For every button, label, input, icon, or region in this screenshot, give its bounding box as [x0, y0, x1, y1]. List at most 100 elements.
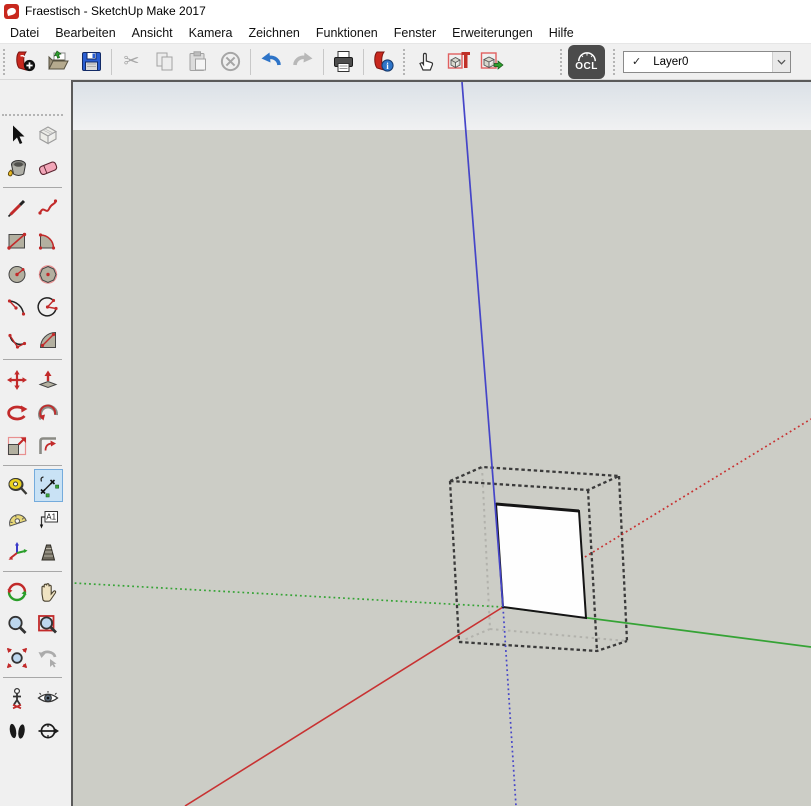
toolbar-separator: [323, 49, 324, 75]
component-attributes-button[interactable]: [475, 46, 508, 77]
tool-zoom-window[interactable]: [34, 608, 63, 641]
component-options-icon: [446, 49, 471, 74]
copy-button[interactable]: [148, 46, 181, 77]
tool-position-camera[interactable]: [3, 681, 32, 714]
tool-zoom-extents[interactable]: [3, 641, 32, 674]
tool-circle[interactable]: [3, 257, 32, 290]
delete-button[interactable]: [214, 46, 247, 77]
pan-hand-icon: [36, 580, 60, 604]
palette-gripper[interactable]: [2, 114, 63, 116]
tool-pie[interactable]: [34, 323, 63, 356]
tool-move[interactable]: [3, 363, 32, 396]
toolbar-gripper[interactable]: [613, 49, 617, 75]
menu-fenster[interactable]: Fenster: [386, 24, 444, 42]
tool-zoom[interactable]: [3, 608, 32, 641]
paint-bucket-icon: [5, 156, 29, 180]
tool-line[interactable]: [3, 191, 32, 224]
tool-protractor[interactable]: [3, 502, 32, 535]
tool-follow-me[interactable]: [34, 396, 63, 429]
ocl-label: OCL: [575, 62, 598, 72]
scale-icon: [5, 434, 29, 458]
select-arrow-icon: [5, 123, 29, 147]
palette-separator: [3, 571, 62, 572]
menu-bearbeiten[interactable]: Bearbeiten: [47, 24, 123, 42]
tool-axes[interactable]: [3, 535, 32, 568]
menu-erweiterungen[interactable]: Erweiterungen: [444, 24, 541, 42]
toolbar-gripper[interactable]: [3, 49, 7, 75]
two-point-arc-icon: [36, 295, 60, 319]
rotated-rectangle-icon: [36, 229, 60, 253]
tool-rotated-rectangle[interactable]: [34, 224, 63, 257]
tool-north-compass[interactable]: [34, 714, 63, 747]
menu-ansicht[interactable]: Ansicht: [124, 24, 181, 42]
tool-rotate[interactable]: [3, 396, 32, 429]
layer-combobox-value: Layer0: [653, 56, 688, 68]
menu-datei[interactable]: Datei: [2, 24, 47, 42]
new-button[interactable]: [9, 46, 42, 77]
menu-hilfe[interactable]: Hilfe: [541, 24, 582, 42]
polygon-icon: [36, 262, 60, 286]
tape-measure-icon: [5, 474, 29, 498]
open-button[interactable]: [42, 46, 75, 77]
tool-text[interactable]: A1: [34, 502, 63, 535]
paste-button[interactable]: [181, 46, 214, 77]
redo-button[interactable]: [287, 46, 320, 77]
model-canvas[interactable]: [71, 80, 811, 806]
pencil-icon: [5, 196, 29, 220]
sketchup-app-icon: [4, 4, 19, 19]
tool-push-pull[interactable]: [34, 363, 63, 396]
chevron-down-icon: [777, 59, 786, 65]
toolbar-gripper[interactable]: [560, 49, 564, 75]
tool-previous[interactable]: [34, 641, 63, 674]
print-button[interactable]: [327, 46, 360, 77]
undo-icon: [258, 49, 283, 74]
menu-kamera[interactable]: Kamera: [181, 24, 241, 42]
tool-walk[interactable]: [3, 714, 32, 747]
tool-palette: A1: [0, 80, 65, 806]
model-face: [496, 504, 586, 618]
layer-combobox[interactable]: ✓ Layer0: [623, 51, 791, 73]
look-around-eye-icon: [36, 686, 60, 710]
palette-separator: [3, 187, 62, 188]
undo-button[interactable]: [254, 46, 287, 77]
delete-icon: [218, 49, 243, 74]
tool-orbit[interactable]: [3, 575, 32, 608]
tool-arc[interactable]: [3, 290, 32, 323]
tool-paint-bucket[interactable]: [3, 151, 32, 184]
tool-two-point-arc[interactable]: [34, 290, 63, 323]
component-options-button[interactable]: [442, 46, 475, 77]
north-compass-icon: [36, 719, 60, 743]
protractor-icon: [5, 507, 29, 531]
previous-icon: [36, 646, 60, 670]
new-icon: [13, 49, 38, 74]
tool-look-around[interactable]: [34, 681, 63, 714]
interact-button[interactable]: [409, 46, 442, 77]
tool-eraser[interactable]: [34, 151, 63, 184]
menu-funktionen[interactable]: Funktionen: [308, 24, 386, 42]
opencutlist-button[interactable]: OCL: [568, 45, 605, 79]
tool-dimension[interactable]: [34, 469, 63, 502]
tool-tape-measure[interactable]: [3, 469, 32, 502]
tool-section-plane[interactable]: [34, 535, 63, 568]
model-info-button[interactable]: i: [367, 46, 400, 77]
tool-make-component[interactable]: [34, 118, 63, 151]
tool-polygon[interactable]: [34, 257, 63, 290]
follow-me-icon: [36, 401, 60, 425]
tool-select[interactable]: [3, 118, 32, 151]
push-pull-icon: [36, 368, 60, 392]
tool-three-point-arc[interactable]: [3, 323, 32, 356]
tool-rectangle[interactable]: [3, 224, 32, 257]
tool-offset[interactable]: [34, 429, 63, 462]
tool-pan[interactable]: [34, 575, 63, 608]
text-icon: A1: [36, 507, 60, 531]
combobox-dropdown-button[interactable]: [772, 52, 790, 72]
zoom-extents-icon: [5, 646, 29, 670]
menu-zeichnen[interactable]: Zeichnen: [240, 24, 307, 42]
dimension-icon: [36, 474, 60, 498]
toolbar-gripper[interactable]: [403, 49, 407, 75]
tool-freehand[interactable]: [34, 191, 63, 224]
cut-button[interactable]: ✂: [115, 46, 148, 77]
save-button[interactable]: [75, 46, 108, 77]
tool-scale[interactable]: [3, 429, 32, 462]
main-area: A1: [0, 80, 811, 806]
